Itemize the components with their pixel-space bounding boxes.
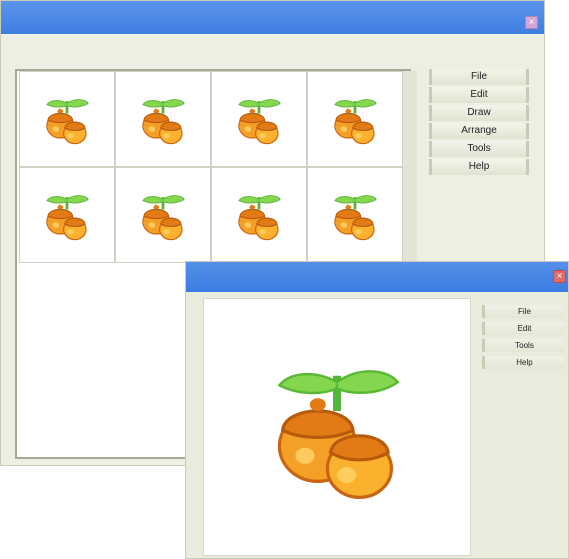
acorn-sprout-icon [45, 194, 90, 242]
menu-item-edit[interactable]: Edit [482, 322, 564, 335]
main-window-titlebar[interactable]: × [1, 1, 544, 34]
close-icon[interactable]: × [525, 16, 538, 29]
close-icon[interactable]: × [553, 270, 566, 283]
thumbnail-item[interactable] [115, 167, 211, 263]
menu-item-arrange[interactable]: Arrange [429, 123, 529, 139]
acorn-sprout-icon [333, 194, 378, 242]
acorn-sprout-icon [237, 98, 282, 146]
main-menu: File Edit Draw Arrange Tools Help [429, 69, 529, 177]
menu-item-tools[interactable]: Tools [482, 339, 564, 352]
preview-canvas [203, 298, 471, 556]
thumbnail-item[interactable] [115, 71, 211, 167]
thumbnail-item[interactable] [307, 71, 403, 167]
thumbnail-item[interactable] [19, 71, 115, 167]
preview-menu: File Edit Tools Help [482, 305, 564, 373]
thumbnail-grid [19, 71, 403, 263]
menu-item-help[interactable]: Help [429, 159, 529, 175]
menu-item-file[interactable]: File [482, 305, 564, 318]
desktop: × File Edit Draw Arrange Tools Help × Fi… [0, 0, 569, 559]
preview-window-titlebar[interactable]: × [186, 262, 568, 292]
thumbnail-item[interactable] [19, 167, 115, 263]
menu-item-draw[interactable]: Draw [429, 105, 529, 121]
preview-window: × File Edit Tools Help [185, 261, 569, 559]
menu-item-tools[interactable]: Tools [429, 141, 529, 157]
acorn-sprout-icon [237, 194, 282, 242]
menu-item-help[interactable]: Help [482, 356, 564, 369]
menu-item-edit[interactable]: Edit [429, 87, 529, 103]
acorn-sprout-icon [257, 347, 417, 507]
thumbnail-item[interactable] [211, 167, 307, 263]
menu-item-file[interactable]: File [429, 69, 529, 85]
acorn-sprout-icon [141, 194, 186, 242]
acorn-sprout-icon [141, 98, 186, 146]
acorn-sprout-icon [333, 98, 378, 146]
thumbnail-item[interactable] [211, 71, 307, 167]
thumbnail-item[interactable] [307, 167, 403, 263]
acorn-sprout-icon [45, 98, 90, 146]
